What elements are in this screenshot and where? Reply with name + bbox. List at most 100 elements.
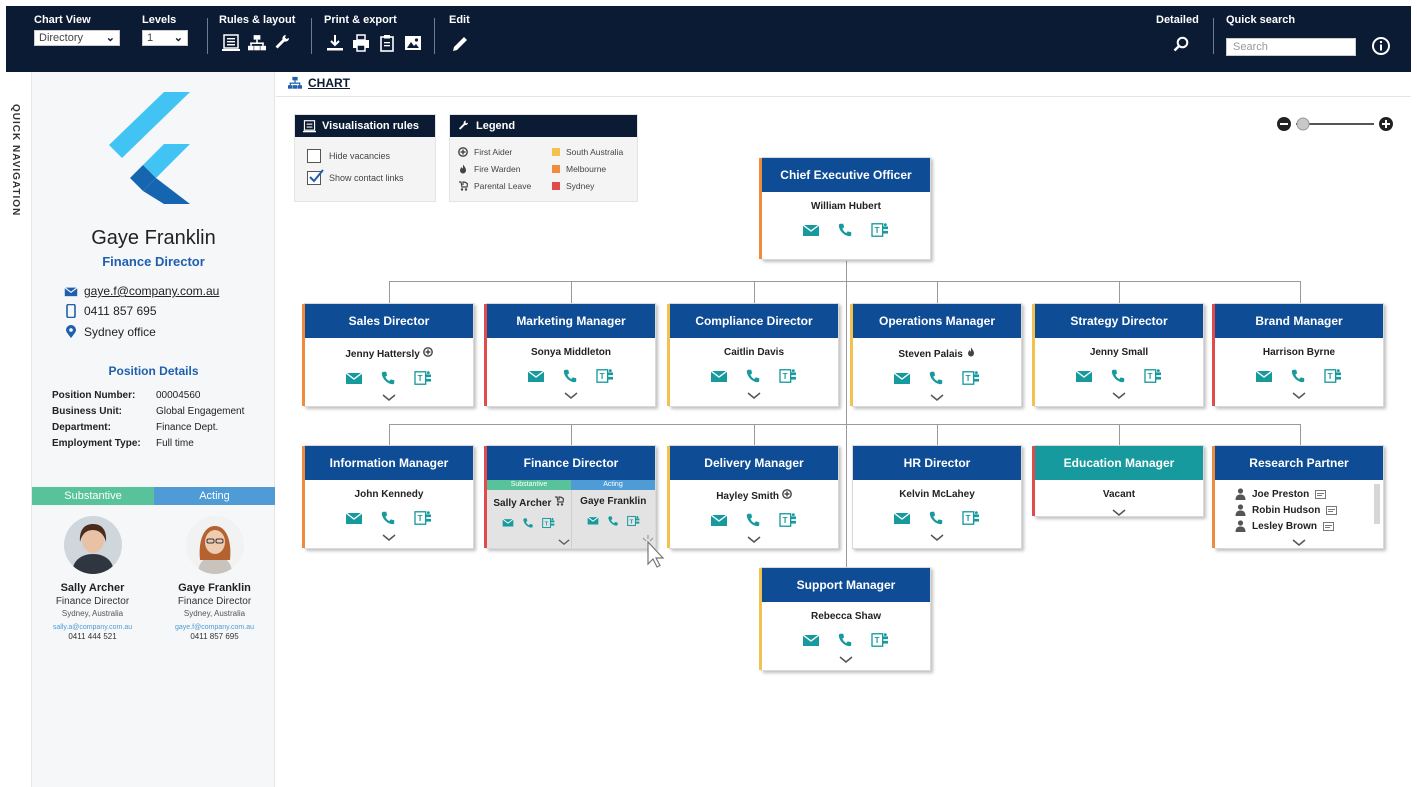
person-card-substantive[interactable]: Sally Archer Finance Director Sydney, Au…: [32, 512, 153, 641]
expand-chevron-icon[interactable]: [747, 392, 761, 400]
person-email[interactable]: sally.a@company.com.au: [32, 624, 153, 631]
expand-chevron-icon[interactable]: [839, 656, 853, 664]
mail-icon[interactable]: [710, 368, 728, 384]
expand-chevron-icon[interactable]: [1292, 539, 1306, 547]
zoom-out-icon[interactable]: [1277, 117, 1291, 131]
expand-chevron-icon[interactable]: [1112, 509, 1126, 517]
magnifier-icon[interactable]: [1173, 36, 1189, 52]
org-card-delivery[interactable]: Delivery Manager Hayley Smith: [667, 445, 839, 549]
hide-vacancies-option[interactable]: Hide vacancies: [307, 149, 390, 163]
show-contact-links-option[interactable]: Show contact links: [307, 169, 404, 185]
teams-icon[interactable]: [413, 370, 433, 386]
contact-card-icon[interactable]: [1323, 521, 1335, 531]
list-item[interactable]: Lesley Brown: [1235, 518, 1383, 534]
phone-icon[interactable]: [744, 512, 762, 528]
contact-card-icon[interactable]: [1315, 489, 1327, 499]
zoom-slider-handle[interactable]: [1296, 117, 1310, 131]
org-card-brand[interactable]: Brand Manager Harrison Byrne: [1212, 303, 1384, 407]
mail-icon[interactable]: [710, 512, 728, 528]
teams-icon[interactable]: [961, 370, 981, 386]
quick-search-input[interactable]: Search: [1226, 38, 1356, 56]
phone-icon[interactable]: [927, 370, 945, 386]
teams-icon[interactable]: [870, 632, 890, 648]
expand-chevron-icon[interactable]: [382, 534, 396, 542]
teams-icon[interactable]: [778, 368, 798, 384]
phone-icon[interactable]: [379, 510, 397, 526]
expand-chevron-icon[interactable]: [747, 536, 761, 544]
tab-acting[interactable]: Acting: [154, 487, 275, 505]
org-card-hr[interactable]: HR Director Kelvin McLahey: [852, 445, 1022, 549]
expand-chevron-icon[interactable]: [1292, 392, 1306, 400]
teams-icon[interactable]: [778, 512, 798, 528]
phone-icon[interactable]: [607, 515, 619, 527]
profile-email[interactable]: gaye.f@company.com.au: [84, 284, 219, 298]
expand-chevron-icon[interactable]: [1112, 392, 1126, 400]
chart-view-select[interactable]: Directory ⌄: [34, 30, 120, 46]
org-card-information[interactable]: Information Manager John Kennedy: [302, 445, 474, 549]
teams-icon[interactable]: [413, 510, 433, 526]
quick-navigation-rail[interactable]: QUICK NAVIGATION: [6, 72, 32, 787]
phone-icon[interactable]: [561, 368, 579, 384]
expand-chevron-icon[interactable]: [564, 392, 578, 400]
expand-chevron-icon[interactable]: [930, 394, 944, 402]
org-card-operations[interactable]: Operations Manager Steven Palais: [850, 303, 1022, 407]
tab-substantive[interactable]: Substantive: [32, 487, 154, 505]
clipboard-icon[interactable]: [378, 34, 396, 52]
zoom-in-icon[interactable]: [1379, 117, 1393, 131]
phone-icon[interactable]: [927, 510, 945, 526]
wrench-icon[interactable]: [274, 34, 292, 52]
phone-icon[interactable]: [522, 517, 534, 529]
phone-icon[interactable]: [836, 632, 854, 648]
mail-icon[interactable]: [893, 370, 911, 386]
org-card-marketing[interactable]: Marketing Manager Sonya Middleton: [484, 303, 656, 407]
tab-chart[interactable]: CHART: [288, 76, 350, 90]
image-icon[interactable]: [404, 34, 422, 52]
list-item[interactable]: Joe Preston: [1235, 486, 1383, 502]
phone-icon[interactable]: [1109, 368, 1127, 384]
org-card-strategy[interactable]: Strategy Director Jenny Small: [1032, 303, 1204, 407]
expand-chevron-icon[interactable]: [930, 534, 944, 542]
mail-icon[interactable]: [802, 632, 820, 648]
org-card-education[interactable]: Education Manager Vacant: [1032, 445, 1204, 517]
person-email[interactable]: gaye.f@company.com.au: [154, 624, 275, 631]
hide-vacancies-checkbox[interactable]: [307, 149, 321, 163]
teams-icon[interactable]: [1323, 368, 1343, 384]
mail-icon[interactable]: [587, 515, 599, 526]
teams-icon[interactable]: [961, 510, 981, 526]
org-card-compliance[interactable]: Compliance Director Caitlin Davis: [667, 303, 839, 407]
teams-icon[interactable]: [595, 368, 615, 384]
org-card-sales[interactable]: Sales Director Jenny Hattersly: [302, 303, 474, 407]
download-icon[interactable]: [326, 34, 344, 52]
show-contact-links-checkbox[interactable]: [307, 169, 324, 185]
expand-chevron-icon[interactable]: [558, 539, 570, 546]
org-card-support[interactable]: Support Manager Rebecca Shaw: [759, 567, 931, 671]
org-card-research[interactable]: Research Partner Joe Preston Robin Hudso…: [1212, 445, 1384, 549]
mail-icon[interactable]: [1075, 368, 1093, 384]
phone-icon[interactable]: [1289, 368, 1307, 384]
substantive-occupant[interactable]: Sally Archer: [487, 490, 572, 548]
teams-icon[interactable]: [870, 222, 890, 238]
org-card-finance[interactable]: Finance Director Substantive Acting Sall…: [484, 445, 656, 549]
phone-icon[interactable]: [379, 370, 397, 386]
info-icon[interactable]: [1371, 36, 1391, 56]
mail-icon[interactable]: [1255, 368, 1273, 384]
list-item[interactable]: Robin Hudson: [1235, 502, 1383, 518]
mail-icon[interactable]: [345, 510, 363, 526]
teams-icon[interactable]: [542, 517, 555, 529]
print-icon[interactable]: [352, 34, 370, 52]
person-card-acting[interactable]: Gaye Franklin Finance Director Sydney, A…: [154, 512, 275, 641]
phone-icon[interactable]: [744, 368, 762, 384]
scrollbar[interactable]: [1374, 484, 1380, 524]
profile-email-row[interactable]: gaye.f@company.com.au: [64, 284, 219, 298]
levels-select[interactable]: 1 ⌄: [142, 30, 188, 46]
mail-icon[interactable]: [502, 517, 514, 528]
mail-icon[interactable]: [345, 370, 363, 386]
expand-chevron-icon[interactable]: [382, 394, 396, 402]
mail-icon[interactable]: [527, 368, 545, 384]
teams-icon[interactable]: [627, 515, 640, 527]
pencil-icon[interactable]: [452, 36, 468, 52]
hierarchy-icon[interactable]: [248, 34, 266, 52]
contact-card-icon[interactable]: [1326, 505, 1338, 515]
mail-icon[interactable]: [893, 510, 911, 526]
teams-icon[interactable]: [1143, 368, 1163, 384]
